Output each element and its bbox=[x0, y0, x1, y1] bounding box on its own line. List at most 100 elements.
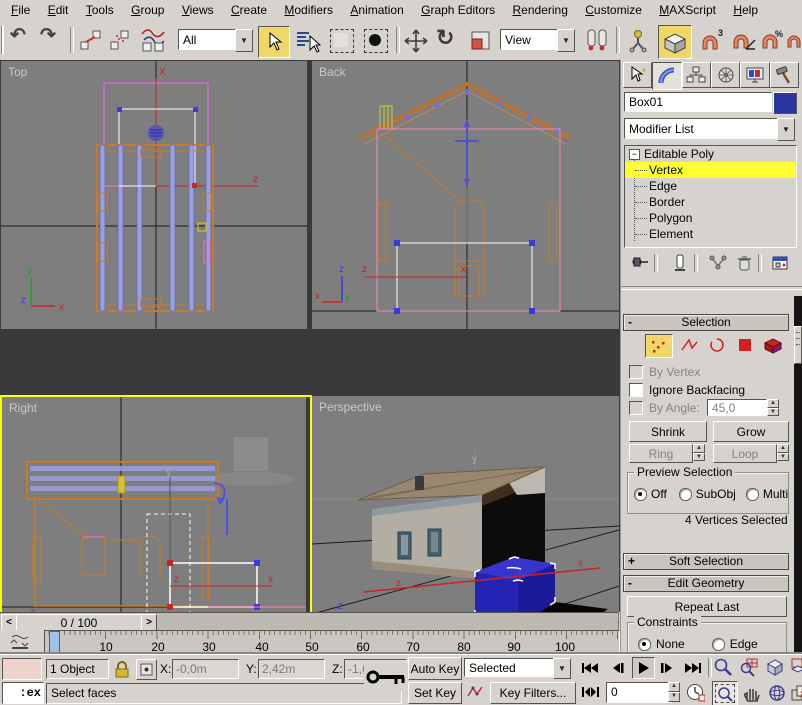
object-color-swatch[interactable] bbox=[773, 92, 797, 114]
zoom-icon[interactable] bbox=[712, 656, 734, 678]
loop-button[interactable]: Loop bbox=[713, 444, 777, 463]
bind-to-spacewarp-icon[interactable] bbox=[138, 26, 168, 54]
collapse-minus-icon[interactable]: − bbox=[629, 149, 640, 160]
stack-item-polygon[interactable]: Polygon bbox=[625, 210, 796, 226]
select-by-name-icon[interactable] bbox=[294, 28, 322, 54]
constraint-none-radio[interactable] bbox=[638, 638, 651, 651]
set-keys-key-icon[interactable] bbox=[364, 663, 408, 691]
tab-hierarchy[interactable] bbox=[682, 62, 711, 88]
arc-rotate-icon[interactable] bbox=[765, 681, 789, 704]
menu-help[interactable]: Help bbox=[726, 0, 765, 20]
viewport-back-label[interactable]: Back bbox=[319, 65, 346, 79]
snaps-toggle-button[interactable] bbox=[658, 25, 692, 59]
pin-stack-icon[interactable] bbox=[630, 253, 650, 273]
preview-multi-radio[interactable] bbox=[746, 488, 759, 501]
anim-selection-set-arrow[interactable]: ▼ bbox=[553, 658, 571, 679]
scrollbar-thumb[interactable] bbox=[794, 326, 802, 364]
window-crossing-icon[interactable] bbox=[364, 29, 388, 53]
viewport-perspective-label[interactable]: Perspective bbox=[319, 400, 382, 414]
border-mode-button[interactable] bbox=[705, 335, 729, 355]
stack-item-vertex[interactable]: Vertex bbox=[625, 162, 796, 178]
prev-frame-arrow[interactable]: < bbox=[1, 614, 17, 631]
menu-edit[interactable]: Edit bbox=[41, 0, 76, 20]
set-key-button[interactable]: Set Key bbox=[408, 682, 462, 704]
select-and-rotate-icon[interactable]: ↻ bbox=[436, 25, 454, 51]
select-object-button[interactable] bbox=[258, 26, 290, 58]
x-coord-field[interactable]: -0,0m bbox=[172, 659, 239, 679]
percent-snap-icon[interactable]: % bbox=[758, 27, 786, 55]
min-max-toggle-icon[interactable] bbox=[790, 681, 802, 704]
zoom-extents-all-icon[interactable] bbox=[790, 656, 802, 678]
new-key-default-in-tangent-icon[interactable] bbox=[464, 682, 486, 702]
loop-spinner[interactable]: ▲▼ bbox=[777, 444, 789, 461]
edit-geometry-rollout-header[interactable]: -Edit Geometry bbox=[623, 575, 789, 592]
tab-utilities[interactable] bbox=[770, 62, 799, 88]
tab-create[interactable] bbox=[623, 62, 652, 88]
menu-rendering[interactable]: Rendering bbox=[506, 0, 575, 20]
tab-modify[interactable] bbox=[652, 62, 681, 90]
angle-snap-icon-3[interactable]: 3 bbox=[696, 27, 726, 55]
viewport-back[interactable]: z x z x y Back bbox=[312, 61, 619, 329]
ignore-backfacing-checkbox[interactable] bbox=[629, 383, 643, 397]
repeat-last-button[interactable]: Repeat Last bbox=[627, 596, 787, 617]
angle-snap-toggle-icon[interactable] bbox=[728, 27, 758, 55]
key-mode-toggle-icon[interactable] bbox=[578, 683, 602, 701]
vertex-mode-button[interactable] bbox=[645, 334, 673, 358]
selection-filter-dropdown-arrow[interactable]: ▼ bbox=[235, 29, 253, 52]
menu-tools[interactable]: Tools bbox=[79, 0, 121, 20]
menu-modifiers[interactable]: Modifiers bbox=[277, 0, 340, 20]
tab-display[interactable] bbox=[740, 62, 769, 88]
pan-hand-icon[interactable] bbox=[739, 681, 763, 704]
configure-modifier-sets-icon[interactable] bbox=[770, 253, 790, 273]
menu-create[interactable]: Create bbox=[224, 0, 274, 20]
frame-spinner[interactable]: ▲▼ bbox=[668, 682, 680, 702]
play-button[interactable] bbox=[632, 657, 655, 679]
shrink-button[interactable]: Shrink bbox=[629, 421, 707, 442]
stack-item-editable-poly[interactable]: −Editable Poly bbox=[625, 146, 796, 162]
anim-selection-set-dropdown[interactable]: Selected bbox=[464, 658, 558, 677]
menu-maxscript[interactable]: MAXScript bbox=[652, 0, 723, 20]
maxscript-mini-listener[interactable]: :ex bbox=[2, 682, 44, 704]
y-coord-field[interactable]: 2,42m bbox=[258, 659, 325, 679]
make-unique-icon[interactable] bbox=[708, 253, 728, 273]
grow-button[interactable]: Grow bbox=[713, 421, 789, 442]
key-filters-button[interactable]: Key Filters... bbox=[490, 682, 576, 704]
edge-mode-button[interactable] bbox=[677, 335, 701, 355]
element-mode-button[interactable] bbox=[761, 335, 785, 355]
auto-key-button[interactable]: Auto Key bbox=[408, 657, 462, 680]
zoom-extents-icon[interactable] bbox=[764, 656, 786, 678]
region-zoom-icon[interactable] bbox=[712, 681, 738, 705]
menu-file[interactable]: File bbox=[4, 0, 37, 20]
by-vertex-checkbox[interactable] bbox=[629, 365, 643, 379]
object-name-field[interactable]: Box01 bbox=[624, 92, 772, 112]
ring-button[interactable]: Ring bbox=[629, 444, 693, 463]
open-mini-curve-editor-icon[interactable] bbox=[4, 631, 36, 652]
time-slider-track[interactable]: < 0 / 100 > bbox=[0, 612, 618, 631]
menu-views[interactable]: Views bbox=[175, 0, 221, 20]
tab-motion[interactable] bbox=[711, 62, 740, 88]
by-angle-spinner[interactable]: ▲▼ bbox=[767, 399, 779, 416]
viewport-top-label[interactable]: Top bbox=[8, 65, 27, 79]
selection-lock-icon[interactable] bbox=[112, 658, 132, 679]
stack-item-edge[interactable]: Edge bbox=[625, 178, 796, 194]
absolute-offset-mode-icon[interactable] bbox=[136, 659, 157, 680]
by-angle-field[interactable]: 45,0 bbox=[707, 399, 767, 416]
use-pivot-point-center-icon[interactable] bbox=[582, 26, 612, 56]
stack-item-element[interactable]: Element bbox=[625, 226, 796, 242]
modifier-list-dropdown[interactable]: Modifier List bbox=[624, 118, 782, 139]
zoom-all-icon[interactable] bbox=[738, 656, 760, 678]
next-frame-arrow[interactable]: > bbox=[141, 614, 157, 631]
select-and-link-icon[interactable] bbox=[78, 28, 104, 52]
selection-filter-dropdown[interactable]: All bbox=[178, 29, 240, 50]
stack-item-border[interactable]: Border bbox=[625, 194, 796, 210]
current-frame-field[interactable]: 0 bbox=[606, 682, 672, 703]
current-frame-marker[interactable] bbox=[49, 631, 60, 654]
menu-customize[interactable]: Customize bbox=[578, 0, 649, 20]
soft-selection-rollout-header[interactable]: +Soft Selection bbox=[623, 553, 789, 570]
undo-icon[interactable]: ↶ bbox=[10, 24, 26, 47]
coord-system-dropdown[interactable]: View bbox=[500, 29, 562, 50]
by-angle-checkbox[interactable] bbox=[629, 401, 643, 415]
ring-spinner[interactable]: ▲▼ bbox=[693, 444, 705, 461]
macro-recorder-box[interactable] bbox=[2, 658, 42, 680]
constraint-edge-radio[interactable] bbox=[712, 638, 725, 651]
